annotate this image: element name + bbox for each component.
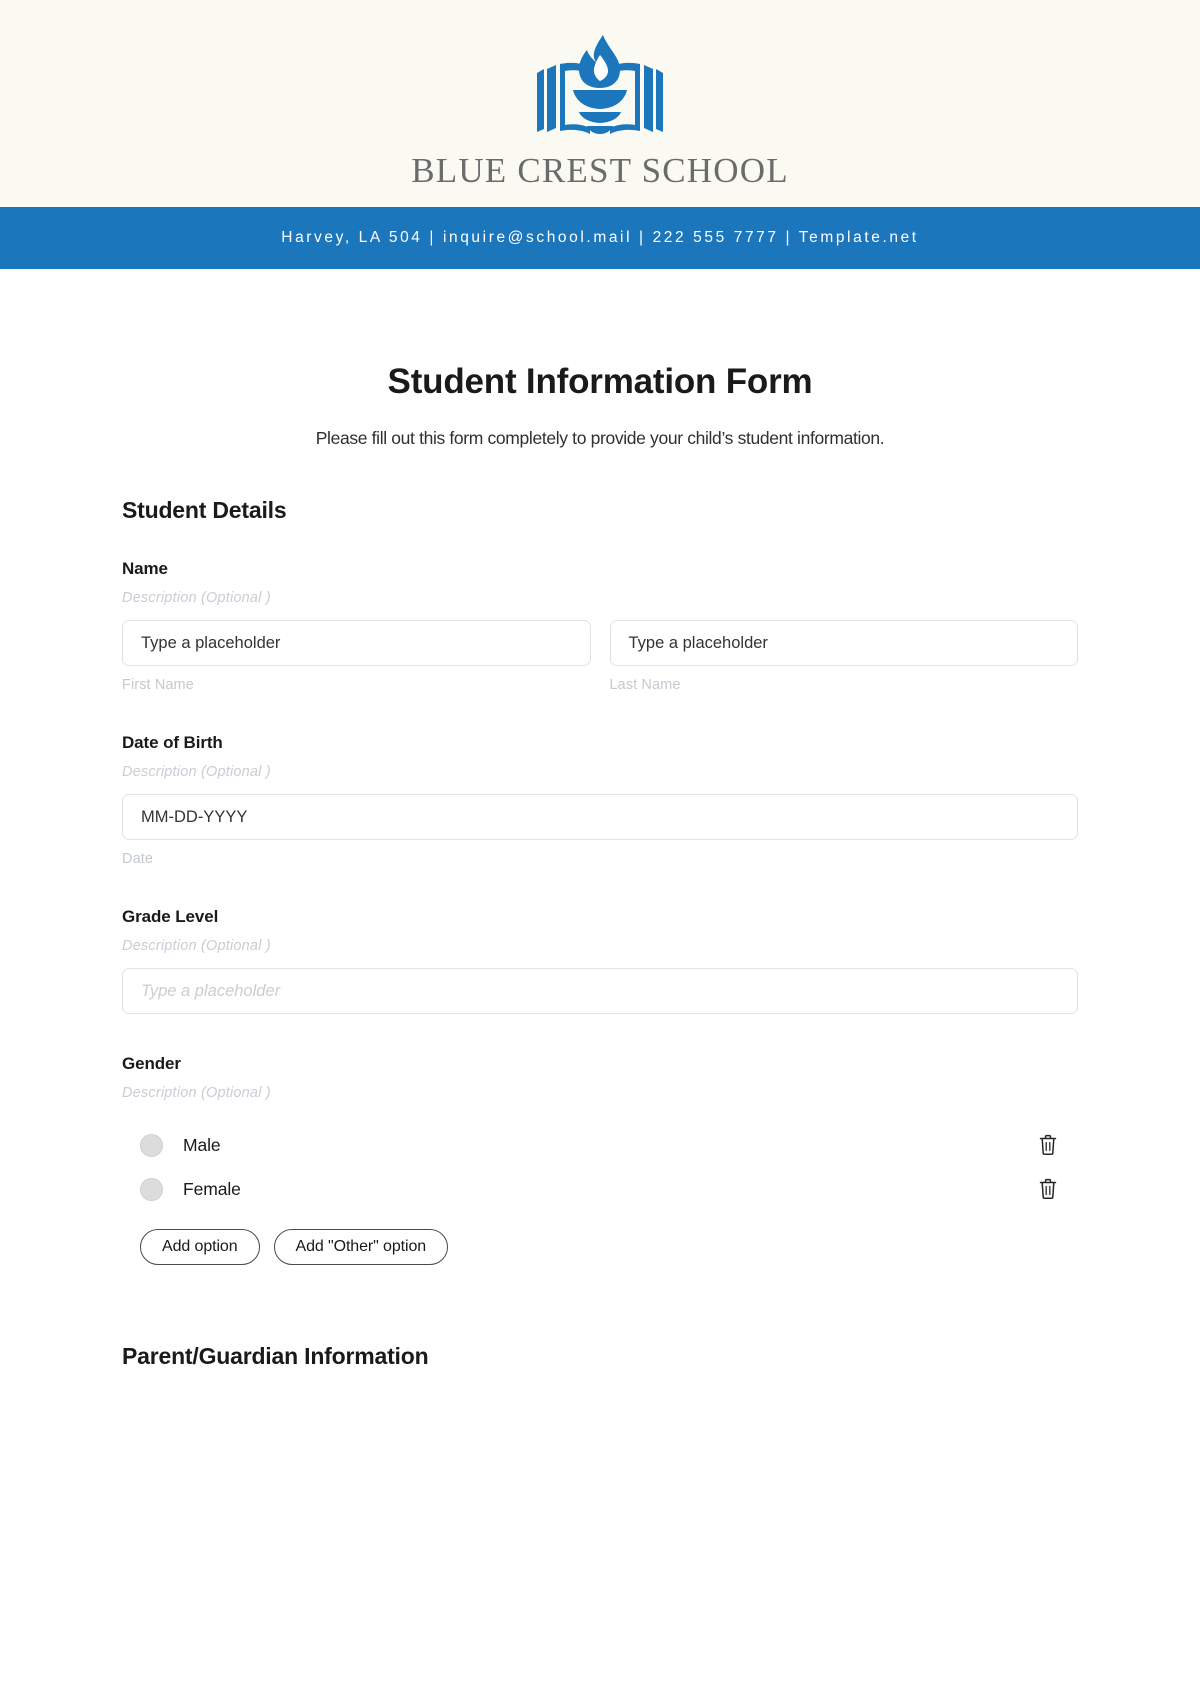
form-body: Student Information Form Please fill out… xyxy=(0,362,1200,1370)
gender-option-buttons: Add option Add "Other" option xyxy=(122,1229,1078,1265)
radio-button-icon[interactable] xyxy=(140,1177,163,1201)
field-label-name: Name xyxy=(122,559,168,578)
section-heading-student-details: Student Details xyxy=(122,497,287,523)
gender-option-label: Male xyxy=(183,1134,221,1155)
name-input-row: Type a placeholder Type a placeholder xyxy=(122,620,1078,666)
trash-icon[interactable] xyxy=(1038,1178,1058,1200)
add-option-button[interactable]: Add option xyxy=(140,1229,260,1265)
first-name-input[interactable]: Type a placeholder xyxy=(122,620,591,666)
date-sub-label: Date xyxy=(122,851,154,867)
field-description-gender: Description (Optional ) xyxy=(122,1085,271,1101)
field-gender: Gender Description (Optional ) Male Fema… xyxy=(122,1054,1078,1265)
book-flame-logo-icon xyxy=(529,33,671,141)
field-description-name: Description (Optional ) xyxy=(122,590,271,606)
document-page: BLUE CREST SCHOOL Harvey, LA 504 | inqui… xyxy=(0,0,1200,1700)
date-of-birth-input[interactable]: MM-DD-YYYY xyxy=(122,794,1078,840)
last-name-input[interactable]: Type a placeholder xyxy=(609,620,1078,666)
date-of-birth-input-row: MM-DD-YYYY xyxy=(122,794,1078,840)
add-other-option-button[interactable]: Add "Other" option xyxy=(273,1229,449,1265)
gender-option-male[interactable]: Male xyxy=(122,1123,1078,1167)
gender-option-female[interactable]: Female xyxy=(122,1167,1078,1211)
field-description-grade-level: Description (Optional ) xyxy=(122,938,271,954)
gender-options-list: Male Female xyxy=(122,1123,1078,1211)
page-title: Student Information Form xyxy=(387,362,813,401)
gender-option-label: Female xyxy=(183,1178,241,1199)
contact-info-text: Harvey, LA 504 | inquire@school.mail | 2… xyxy=(281,229,919,246)
section-heading-parent-guardian-information: Parent/Guardian Information xyxy=(122,1343,429,1369)
trash-icon[interactable] xyxy=(1038,1134,1058,1156)
contact-bar: Harvey, LA 504 | inquire@school.mail | 2… xyxy=(0,207,1200,269)
first-name-sub-label: First Name xyxy=(122,677,194,693)
field-date-of-birth: Date of Birth Description (Optional ) MM… xyxy=(122,733,1078,867)
grade-level-input[interactable]: Type a placeholder xyxy=(122,968,1078,1014)
field-description-date-of-birth: Description (Optional ) xyxy=(122,764,271,780)
letterhead-header: BLUE CREST SCHOOL xyxy=(0,0,1200,207)
radio-button-icon[interactable] xyxy=(140,1133,163,1157)
last-name-sub-label: Last Name xyxy=(609,677,681,693)
date-of-birth-sub-label-row: Date xyxy=(122,851,1078,867)
field-grade-level: Grade Level Description (Optional ) Type… xyxy=(122,907,1078,1014)
field-label-date-of-birth: Date of Birth xyxy=(122,733,223,752)
field-label-grade-level: Grade Level xyxy=(122,907,219,926)
grade-level-input-row: Type a placeholder xyxy=(122,968,1078,1014)
field-label-gender: Gender xyxy=(122,1054,181,1073)
name-sub-label-row: First Name Last Name xyxy=(122,677,1078,693)
school-name: BLUE CREST SCHOOL xyxy=(411,151,789,190)
form-subtitle: Please fill out this form completely to … xyxy=(315,428,885,448)
field-name: Name Description (Optional ) Type a plac… xyxy=(122,559,1078,693)
